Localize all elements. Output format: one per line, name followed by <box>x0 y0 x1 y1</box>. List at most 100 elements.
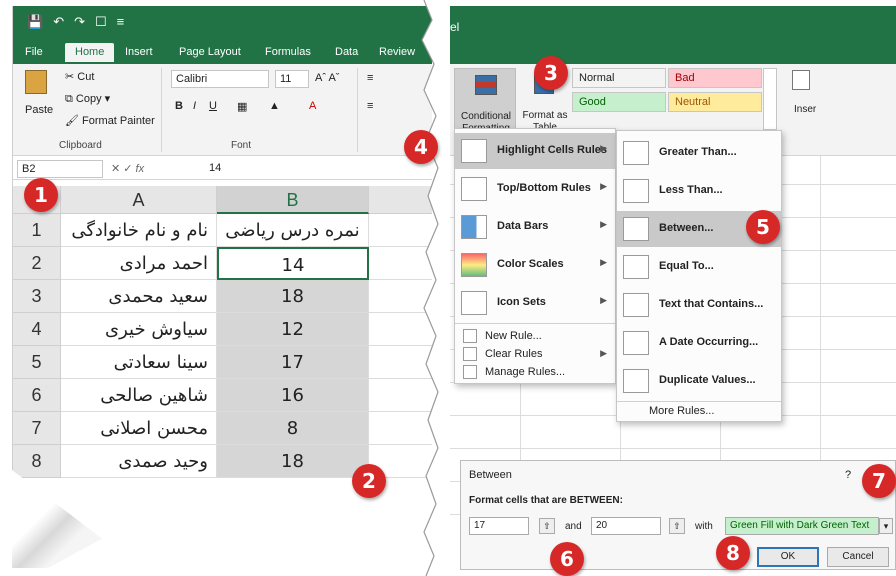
customize-qat-icon[interactable]: ≡ <box>117 14 125 30</box>
dialog-title: Between <box>469 469 512 481</box>
table-cell-score[interactable]: 17 <box>217 346 369 379</box>
style-bad[interactable]: Bad <box>668 68 762 88</box>
menu-label: Highlight Cells Rules <box>497 144 608 156</box>
submenu-arrow-icon: ▶ <box>600 143 607 153</box>
table-cell-score[interactable]: 16 <box>217 379 369 412</box>
undo-icon[interactable]: ↶ <box>53 14 64 30</box>
save-icon[interactable]: 💾 <box>27 14 43 30</box>
style-neutral[interactable]: Neutral <box>668 92 762 112</box>
table-cell-name[interactable]: نام و نام خانوادگی <box>61 214 217 247</box>
row-header[interactable]: 8 <box>13 445 61 478</box>
italic-icon[interactable]: I <box>193 100 196 112</box>
help-button[interactable]: ? <box>845 469 851 481</box>
paste-icon[interactable] <box>25 70 47 94</box>
table-cell-name[interactable]: سیاوش خیری <box>61 313 217 346</box>
style-normal[interactable]: Normal <box>572 68 666 88</box>
tab-data[interactable]: Data <box>335 46 358 58</box>
new-rule-icon <box>463 329 477 343</box>
submenu-equal-to[interactable]: Equal To... <box>617 249 781 285</box>
row-header[interactable]: 5 <box>13 346 61 379</box>
borders-icon[interactable]: ▦ <box>237 100 247 113</box>
collapse-dialog-icon[interactable]: ⇧ <box>669 518 685 534</box>
tab-insert[interactable]: Insert <box>125 46 153 58</box>
format-painter-button[interactable]: 🖌 Format Painter <box>65 114 155 127</box>
redo-icon[interactable]: ↷ <box>74 14 85 30</box>
submenu-text-contains[interactable]: Text that Contains... <box>617 287 781 323</box>
menu-highlight-cells-rules[interactable]: Highlight Cells Rules ▶ <box>455 133 615 169</box>
font-size-box[interactable]: 11 <box>275 70 309 88</box>
tab-file[interactable]: File <box>25 46 43 58</box>
underline-icon[interactable]: U <box>209 100 217 112</box>
fx-icon[interactable]: ✕ ✓ fx <box>111 162 144 175</box>
menu-label: Icon Sets <box>497 296 546 308</box>
name-box-value: B2 <box>22 163 36 175</box>
column-header-a[interactable]: A <box>61 186 217 214</box>
upper-bound-input[interactable]: 20 <box>591 517 661 535</box>
menu-label: New Rule... <box>485 330 542 342</box>
font-name-value: Calibri <box>176 73 208 85</box>
table-cell-name[interactable]: احمد مرادی <box>61 247 217 280</box>
clipboard-group-label: Clipboard <box>59 140 102 151</box>
submenu-label: Greater Than... <box>659 146 737 158</box>
tab-page-layout[interactable]: Page Layout <box>179 46 241 58</box>
row-header[interactable]: 7 <box>13 412 61 445</box>
formula-input[interactable]: 14 <box>209 162 221 174</box>
fill-color-icon[interactable]: ▲ <box>269 100 280 112</box>
font-group-label: Font <box>231 140 252 151</box>
table-cell-score[interactable]: 8 <box>217 412 369 445</box>
column-header-b[interactable]: B <box>217 186 369 214</box>
styles-gallery-scroll[interactable] <box>763 68 777 130</box>
tab-home[interactable]: Home <box>65 43 115 62</box>
row-header[interactable]: 1 <box>13 214 61 247</box>
menu-data-bars[interactable]: Data Bars ▶ <box>455 209 615 245</box>
name-box[interactable]: B2 <box>17 160 103 178</box>
cancel-button[interactable]: Cancel <box>827 547 889 567</box>
align-left-icon[interactable]: ≡ <box>367 100 373 112</box>
bold-icon[interactable]: B <box>175 100 183 112</box>
row-header[interactable]: 3 <box>13 280 61 313</box>
align-top-icon[interactable]: ≡ <box>367 72 373 84</box>
callout-badge: 2 <box>352 464 386 498</box>
table-cell-score[interactable]: 12 <box>217 313 369 346</box>
cut-button[interactable]: ✂ Cut <box>65 70 94 83</box>
with-label: with <box>695 521 713 532</box>
new-doc-icon[interactable]: ☐ <box>95 14 107 30</box>
paste-button[interactable]: Paste <box>25 104 53 116</box>
insert-cells-icon[interactable] <box>792 70 810 90</box>
submenu-label: A Date Occurring... <box>659 336 759 348</box>
copy-button[interactable]: ⧉ Copy ▾ <box>65 92 110 106</box>
submenu-greater-than[interactable]: Greater Than... <box>617 135 781 171</box>
row-header[interactable]: 6 <box>13 379 61 412</box>
between-icon <box>623 217 649 241</box>
row-header[interactable]: 2 <box>13 247 61 280</box>
menu-manage-rules[interactable]: Manage Rules... <box>455 361 615 383</box>
submenu-duplicate-values[interactable]: Duplicate Values... <box>617 363 781 399</box>
submenu-label: Less Than... <box>659 184 723 196</box>
table-cell-name[interactable]: محسن اصلانی <box>61 412 217 445</box>
table-cell-score[interactable]: 18 <box>217 280 369 313</box>
ok-button[interactable]: OK <box>757 547 819 567</box>
table-cell-name[interactable]: وحید صمدی <box>61 445 217 478</box>
table-cell-score[interactable]: 18 <box>217 445 369 478</box>
style-good[interactable]: Good <box>572 92 666 112</box>
table-cell-name[interactable]: سعید محمدی <box>61 280 217 313</box>
tab-formulas[interactable]: Formulas <box>265 46 311 58</box>
collapse-dialog-icon[interactable]: ⇧ <box>539 518 555 534</box>
format-select[interactable]: Green Fill with Dark Green Text <box>725 517 879 535</box>
submenu-date-occurring[interactable]: A Date Occurring... <box>617 325 781 361</box>
chevron-down-icon[interactable]: ▾ <box>879 518 893 534</box>
submenu-less-than[interactable]: Less Than... <box>617 173 781 209</box>
table-cell-score[interactable]: نمره درس ریاضی <box>217 214 369 247</box>
table-cell-score[interactable]: 14 <box>217 247 369 280</box>
menu-top-bottom-rules[interactable]: Top/Bottom Rules ▶ <box>455 171 615 207</box>
font-color-icon[interactable]: A <box>309 100 316 112</box>
row-header[interactable]: 4 <box>13 313 61 346</box>
table-cell-name[interactable]: سینا سعادتی <box>61 346 217 379</box>
lower-bound-input[interactable]: 17 <box>469 517 529 535</box>
more-rules-link[interactable]: More Rules... <box>649 405 714 417</box>
menu-color-scales[interactable]: Color Scales ▶ <box>455 247 615 283</box>
font-name-box[interactable]: Calibri <box>171 70 269 88</box>
table-cell-name[interactable]: شاهین صالحی <box>61 379 217 412</box>
menu-icon-sets[interactable]: Icon Sets ▶ <box>455 285 615 321</box>
grow-font-icon[interactable]: Aˆ Aˇ <box>315 72 339 84</box>
